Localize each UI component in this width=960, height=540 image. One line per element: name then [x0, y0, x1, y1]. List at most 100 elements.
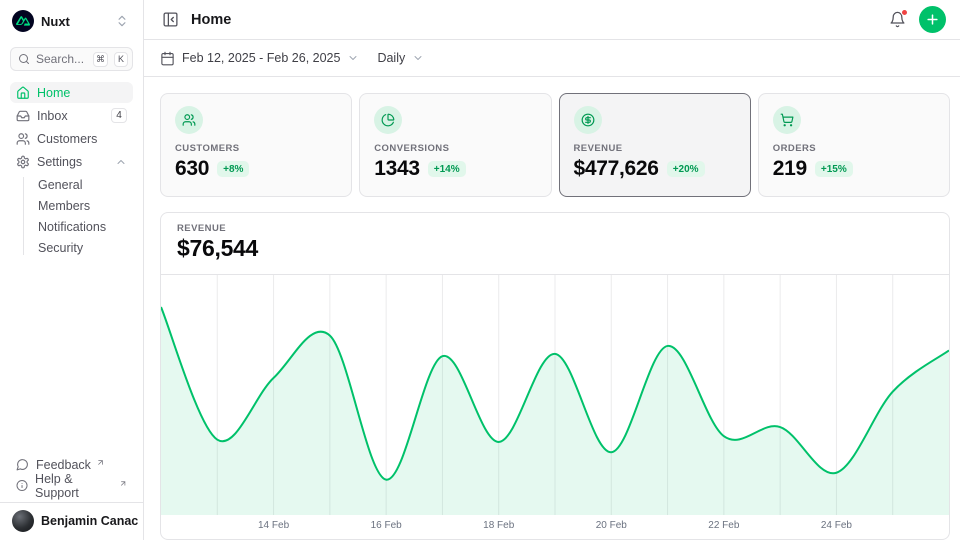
- chevron-down-icon: [347, 52, 359, 64]
- x-axis-tick: 24 Feb: [821, 520, 852, 531]
- stat-value: $477,626: [574, 157, 659, 181]
- pie-chart-icon: [381, 113, 395, 127]
- gear-icon: [16, 155, 30, 169]
- page-header: Home: [144, 0, 960, 40]
- stat-label: CONVERSIONS: [374, 143, 536, 154]
- period-value: Daily: [377, 51, 405, 65]
- revenue-chart-svg: [161, 275, 949, 515]
- stat-icon-circle: [374, 106, 402, 134]
- x-axis-tick: 22 Feb: [708, 520, 739, 531]
- nuxt-logo-icon: [12, 10, 34, 32]
- period-select[interactable]: Daily: [377, 51, 424, 65]
- chart-total-value: $76,544: [177, 235, 933, 262]
- page-title: Home: [191, 12, 231, 28]
- stat-delta-badge: +15%: [815, 161, 853, 177]
- sidebar-item-security[interactable]: Security: [34, 237, 133, 258]
- search-placeholder: Search...: [36, 52, 87, 66]
- content: CUSTOMERS 630 +8% CONVERSIONS 1343 +14%: [144, 77, 960, 540]
- date-range-value: Feb 12, 2025 - Feb 26, 2025: [182, 51, 340, 65]
- date-range-picker[interactable]: Feb 12, 2025 - Feb 26, 2025: [160, 51, 359, 66]
- inbox-icon: [16, 109, 30, 123]
- message-circle-icon: [16, 458, 29, 471]
- notification-dot: [901, 9, 908, 16]
- x-axis-tick: 16 Feb: [371, 520, 402, 531]
- stat-card-revenue[interactable]: REVENUE $477,626 +20%: [559, 93, 751, 197]
- workspace-switcher[interactable]: Nuxt: [10, 8, 133, 34]
- calendar-icon: [160, 51, 175, 66]
- footer-link-label: Feedback: [36, 458, 91, 472]
- sidebar-item-general[interactable]: General: [34, 174, 133, 195]
- sidebar-spacer: [10, 260, 133, 454]
- sidebar-item-members[interactable]: Members: [34, 195, 133, 216]
- sidebar-item-label: Settings: [37, 155, 108, 169]
- user-menu[interactable]: Benjamin Canac: [10, 503, 133, 534]
- help-support-link[interactable]: Help & Support: [10, 475, 133, 496]
- settings-submenu: General Members Notifications Security: [10, 174, 133, 258]
- sub-item-label: General: [38, 178, 82, 192]
- kbd-cmd: ⌘: [93, 52, 108, 67]
- arrow-up-right-icon: [119, 479, 127, 488]
- house-icon: [16, 86, 30, 100]
- kbd-k: K: [114, 52, 128, 67]
- chart-label: REVENUE: [177, 223, 933, 234]
- avatar: [12, 510, 34, 532]
- dashboard-app: Nuxt Search... ⌘ K Home Inbox 4 Customer…: [0, 0, 960, 540]
- sidebar-item-home[interactable]: Home: [10, 82, 133, 103]
- x-axis-tick: 18 Feb: [483, 520, 514, 531]
- filters-toolbar: Feb 12, 2025 - Feb 26, 2025 Daily: [144, 40, 960, 77]
- sidebar-item-label: Inbox: [37, 109, 104, 123]
- stat-card-customers[interactable]: CUSTOMERS 630 +8%: [160, 93, 352, 197]
- inbox-count-badge: 4: [111, 108, 127, 123]
- sidebar-nav: Home Inbox 4 Customers Settings General …: [10, 82, 133, 260]
- dollar-sign-icon: [581, 113, 595, 127]
- x-axis-tick: 14 Feb: [258, 520, 289, 531]
- chart-header: REVENUE $76,544: [161, 213, 949, 275]
- sub-item-label: Security: [38, 241, 83, 255]
- stat-icon-circle: [773, 106, 801, 134]
- sidebar-item-label: Customers: [37, 132, 127, 146]
- stat-icon-circle: [574, 106, 602, 134]
- footer-link-label: Help & Support: [35, 472, 114, 500]
- stat-value: 219: [773, 157, 807, 181]
- cart-icon: [780, 113, 794, 127]
- panel-left-close-icon: [162, 11, 179, 28]
- plus-icon: [925, 12, 940, 27]
- stat-value: 630: [175, 157, 209, 181]
- stat-card-conversions[interactable]: CONVERSIONS 1343 +14%: [359, 93, 551, 197]
- stat-value: 1343: [374, 157, 420, 181]
- stat-card-orders[interactable]: ORDERS 219 +15%: [758, 93, 950, 197]
- arrow-up-right-icon: [96, 458, 105, 467]
- chart-plot-area[interactable]: [161, 275, 949, 515]
- sidebar-item-settings[interactable]: Settings: [10, 151, 133, 172]
- chart-x-axis: 14 Feb16 Feb18 Feb20 Feb22 Feb24 Feb: [161, 515, 949, 539]
- stat-label: ORDERS: [773, 143, 935, 154]
- sub-item-label: Members: [38, 199, 90, 213]
- sub-item-label: Notifications: [38, 220, 106, 234]
- main-area: Home Feb 12, 2025 - Feb 26, 2025 Daily: [144, 0, 960, 540]
- sidebar-item-customers[interactable]: Customers: [10, 128, 133, 149]
- users-icon: [182, 113, 196, 127]
- stat-delta-badge: +20%: [667, 161, 705, 177]
- sidebar-item-notifications[interactable]: Notifications: [34, 216, 133, 237]
- stats-grid: CUSTOMERS 630 +8% CONVERSIONS 1343 +14%: [160, 93, 950, 197]
- workspace-name: Nuxt: [41, 14, 108, 29]
- revenue-chart-card: REVENUE $76,544 14 Feb16 Feb18 Feb20 Feb…: [160, 212, 950, 540]
- search-input[interactable]: Search... ⌘ K: [10, 47, 133, 71]
- chevrons-up-down-icon: [115, 14, 129, 28]
- add-button[interactable]: [919, 6, 946, 33]
- chevron-up-icon: [115, 156, 127, 168]
- stat-delta-badge: +14%: [428, 161, 466, 177]
- sidebar-item-label: Home: [37, 86, 127, 100]
- stat-label: CUSTOMERS: [175, 143, 337, 154]
- stat-delta-badge: +8%: [217, 161, 249, 177]
- info-icon: [16, 479, 28, 492]
- stat-label: REVENUE: [574, 143, 736, 154]
- sidebar-item-inbox[interactable]: Inbox 4: [10, 105, 133, 126]
- search-icon: [18, 53, 30, 65]
- user-name: Benjamin Canac: [41, 514, 138, 528]
- sidebar: Nuxt Search... ⌘ K Home Inbox 4 Customer…: [0, 0, 144, 540]
- notifications-button[interactable]: [885, 8, 909, 32]
- sidebar-collapse-button[interactable]: [158, 8, 182, 32]
- chevron-down-icon: [412, 52, 424, 64]
- stat-icon-circle: [175, 106, 203, 134]
